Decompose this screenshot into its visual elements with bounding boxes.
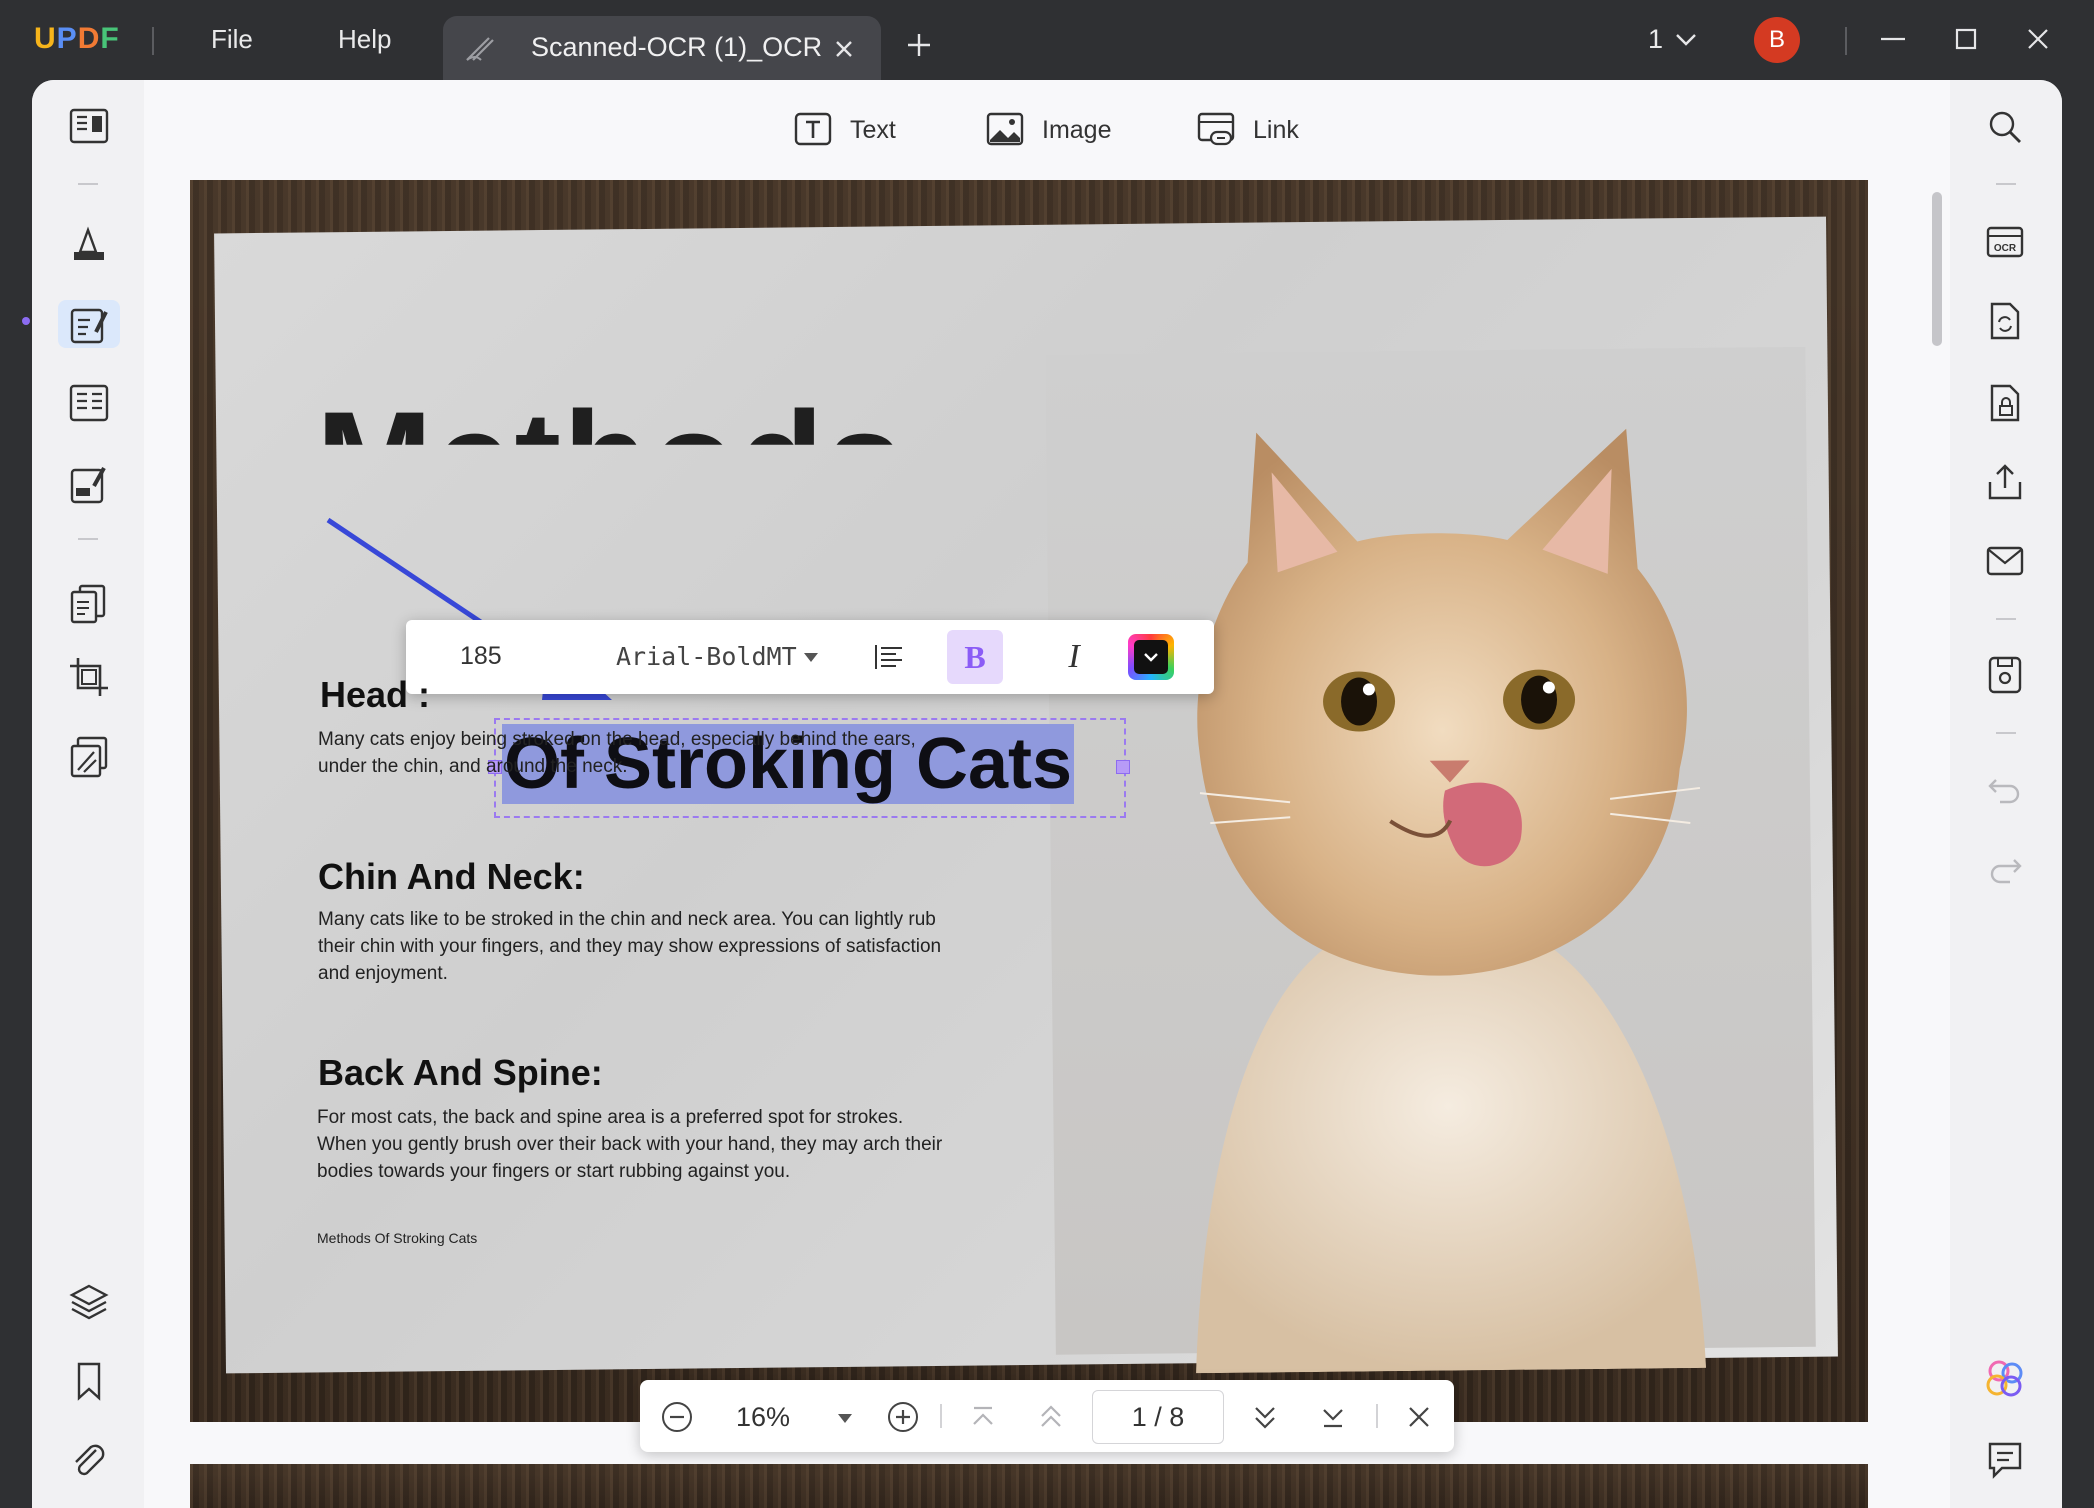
text-format-toolbar: 185 Arial-BoldMT B I [406, 620, 1214, 694]
title-bar: UPDF File Help Scanned-OCR (1)_OCR 1 B [0, 0, 2094, 80]
crop-icon[interactable] [66, 654, 112, 700]
next-page-icon[interactable] [1248, 1400, 1282, 1434]
logo-letter: U [34, 22, 57, 55]
maximize-icon[interactable] [1949, 22, 1983, 56]
menu-file[interactable]: File [211, 24, 253, 55]
ai-assistant-icon[interactable] [1982, 1356, 2028, 1402]
section-body[interactable]: Many cats enjoy being stroked on the hea… [318, 726, 958, 780]
resize-handle-right[interactable] [1116, 760, 1130, 774]
tab-title: Scanned-OCR (1)_OCR [531, 32, 823, 62]
updf-logo: UPDF [34, 22, 120, 56]
title-divider [152, 27, 154, 55]
logo-letter: D [77, 22, 101, 55]
zoom-level[interactable]: 16% [736, 1402, 790, 1433]
previous-page-icon[interactable] [1034, 1400, 1068, 1434]
search-icon[interactable] [1982, 104, 2028, 150]
pdf-page-2[interactable] [190, 1464, 1868, 1508]
redo-icon[interactable] [1982, 846, 2028, 892]
protect-icon[interactable] [66, 734, 112, 780]
user-avatar[interactable]: B [1754, 17, 1800, 63]
sidebar-divider [78, 183, 98, 185]
sidebar-divider [1996, 732, 2016, 734]
image-label: Image [1042, 116, 1112, 144]
zoom-dropdown-arrow-icon[interactable] [838, 1414, 852, 1423]
section-heading[interactable]: Chin And Neck: [318, 856, 585, 898]
menu-help[interactable]: Help [338, 24, 391, 55]
edit-pdf-icon[interactable] [66, 302, 112, 348]
protect-file-icon[interactable] [1982, 380, 2028, 426]
logo-letter: F [100, 22, 120, 55]
title-divider [1845, 27, 1847, 55]
document-tab[interactable]: Scanned-OCR (1)_OCR [443, 16, 881, 80]
save-icon[interactable] [1982, 652, 2028, 698]
page-footer[interactable]: Methods Of Stroking Cats [317, 1230, 477, 1246]
text-icon [794, 112, 832, 146]
font-dropdown-arrow-icon[interactable] [804, 653, 818, 662]
logo-letter: P [56, 22, 78, 55]
page-separator: / [1154, 1402, 1162, 1432]
color-swatch [1134, 640, 1168, 674]
last-page-icon[interactable] [1316, 1400, 1350, 1434]
edit-mode-icon [466, 37, 494, 61]
italic-button[interactable]: I [1054, 630, 1094, 684]
attachment-icon[interactable] [66, 1438, 112, 1484]
font-family-select[interactable]: Arial-BoldMT [616, 642, 797, 671]
text-color-button[interactable] [1128, 634, 1174, 680]
bold-button[interactable]: B [947, 630, 1003, 684]
zoom-in-icon[interactable] [886, 1400, 920, 1434]
bookmark-icon[interactable] [66, 1358, 112, 1404]
comment-icon[interactable] [66, 222, 112, 268]
section-body[interactable]: For most cats, the back and spine area i… [317, 1104, 957, 1185]
minimize-icon[interactable] [1876, 22, 1910, 56]
link-icon [1197, 112, 1235, 146]
first-page-icon[interactable] [966, 1400, 1000, 1434]
window-selector[interactable]: 1 [1648, 24, 1663, 55]
zoom-out-icon[interactable] [660, 1400, 694, 1434]
current-page: 1 [1131, 1402, 1147, 1432]
close-tab-icon[interactable] [829, 34, 859, 64]
link-label: Link [1253, 116, 1299, 144]
chevron-down-icon [1144, 653, 1158, 662]
close-nav-icon[interactable] [1402, 1400, 1436, 1434]
total-pages: 8 [1169, 1402, 1185, 1432]
section-heading[interactable]: Head : [320, 674, 430, 716]
section-heading[interactable]: Back And Spine: [318, 1052, 603, 1094]
svg-text:OCR: OCR [1994, 243, 2017, 254]
nav-divider [940, 1404, 942, 1428]
section-body[interactable]: Many cats like to be stroked in the chin… [318, 906, 958, 987]
share-icon[interactable] [1982, 460, 2028, 506]
sidebar-divider [1996, 618, 2016, 620]
kitten-photo [1196, 428, 1707, 1374]
email-icon[interactable] [1982, 538, 2028, 584]
comments-icon[interactable] [1982, 1436, 2028, 1482]
page-number-field[interactable]: 1 / 8 [1092, 1390, 1224, 1444]
reader-icon[interactable] [66, 104, 112, 150]
ocr-icon[interactable]: OCR [1982, 218, 2028, 264]
fill-sign-icon[interactable] [66, 462, 112, 508]
align-left-icon[interactable] [872, 642, 906, 672]
new-tab-icon[interactable] [904, 30, 934, 60]
pages-icon[interactable] [66, 580, 112, 626]
chevron-down-icon[interactable] [1674, 30, 1698, 50]
nav-divider [1376, 1404, 1378, 1428]
sidebar-divider [78, 538, 98, 540]
sidebar-divider [1996, 183, 2016, 185]
text-label: Text [850, 116, 896, 144]
vertical-scrollbar[interactable] [1932, 192, 1942, 346]
organize-icon[interactable] [66, 380, 112, 426]
image-icon [986, 112, 1024, 146]
convert-icon[interactable] [1982, 298, 2028, 344]
page-navigation-bar: 16% 1 / 8 [640, 1380, 1454, 1452]
active-indicator [22, 317, 30, 325]
pdf-page[interactable]: Methods 185 Arial-BoldMT B I Of Stroking… [190, 180, 1868, 1422]
close-window-icon[interactable] [2021, 22, 2055, 56]
font-size-field[interactable]: 185 [460, 642, 502, 671]
undo-icon[interactable] [1982, 766, 2028, 812]
layers-icon[interactable] [66, 1278, 112, 1324]
